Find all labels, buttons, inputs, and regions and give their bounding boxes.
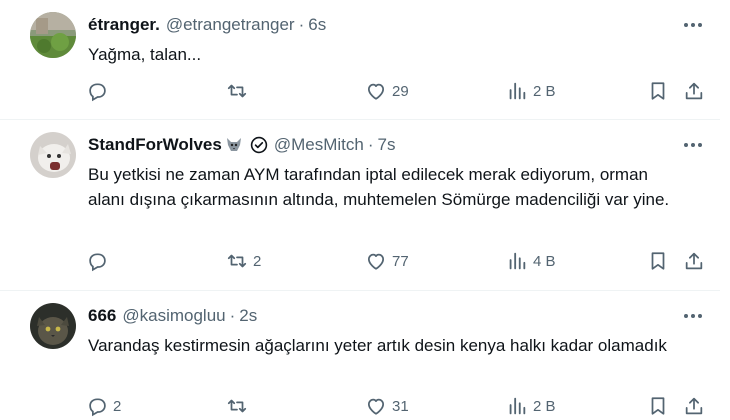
tweet[interactable]: étranger. @etrangetranger · 6s Yağma, ta… bbox=[0, 0, 730, 118]
like-icon bbox=[365, 395, 387, 417]
avatar[interactable] bbox=[30, 132, 76, 178]
bookmark-icon bbox=[647, 250, 669, 272]
verified-check-icon bbox=[250, 136, 268, 154]
user-handle[interactable]: @etrangetranger bbox=[166, 14, 295, 36]
share-button[interactable] bbox=[683, 395, 705, 417]
timestamp[interactable]: 7s bbox=[378, 134, 396, 156]
retweet-button[interactable] bbox=[226, 395, 253, 417]
display-name[interactable]: StandForWolves bbox=[88, 134, 222, 156]
retweet-count: 2 bbox=[253, 252, 262, 270]
share-button[interactable] bbox=[683, 250, 705, 272]
like-button[interactable]: 31 bbox=[365, 395, 409, 417]
share-icon bbox=[683, 250, 705, 272]
views-button[interactable]: 4 B bbox=[506, 250, 556, 272]
share-icon bbox=[683, 80, 705, 102]
separator-dot: · bbox=[367, 135, 374, 154]
reply-button[interactable] bbox=[86, 80, 113, 102]
tweet-header: StandForWolves @MesMitch · 7s bbox=[88, 134, 395, 156]
action-bar: 2 77 4 B bbox=[86, 250, 716, 276]
tweet-text: Bu yetkisi ne zaman AYM tarafından iptal… bbox=[88, 165, 670, 209]
bookmark-icon bbox=[647, 395, 669, 417]
user-handle[interactable]: @kasimogluu bbox=[122, 305, 225, 327]
tweet-text: Yağma, talan... bbox=[88, 45, 202, 64]
views-button[interactable]: 2 B bbox=[506, 395, 556, 417]
tweet-text: Varandaş kestirmesin ağaçlarını yeter ar… bbox=[88, 336, 667, 355]
more-icon[interactable] bbox=[682, 14, 704, 36]
bookmark-button[interactable] bbox=[647, 80, 669, 102]
reply-icon bbox=[86, 395, 108, 417]
like-count: 31 bbox=[392, 397, 409, 415]
display-name[interactable]: 666 bbox=[88, 305, 116, 327]
like-count: 77 bbox=[392, 252, 409, 270]
action-bar: 2 31 2 B bbox=[86, 395, 716, 420]
separator-dot: · bbox=[229, 306, 236, 325]
like-count: 29 bbox=[392, 82, 409, 100]
views-icon bbox=[506, 80, 528, 102]
bookmark-icon bbox=[647, 80, 669, 102]
more-icon[interactable] bbox=[682, 305, 704, 327]
tweet[interactable]: StandForWolves @MesMitch · 7s Bu yetkisi… bbox=[0, 120, 730, 290]
like-icon bbox=[365, 80, 387, 102]
avatar[interactable] bbox=[30, 303, 76, 349]
retweet-icon bbox=[226, 395, 248, 417]
views-button[interactable]: 2 B bbox=[506, 80, 556, 102]
view-count: 2 B bbox=[533, 397, 556, 415]
like-icon bbox=[365, 250, 387, 272]
views-icon bbox=[506, 250, 528, 272]
avatar[interactable] bbox=[30, 12, 76, 58]
action-bar: 29 2 B bbox=[86, 80, 716, 106]
user-handle[interactable]: @MesMitch bbox=[274, 134, 364, 156]
like-button[interactable]: 77 bbox=[365, 250, 409, 272]
retweet-icon bbox=[226, 250, 248, 272]
tweet-feed: étranger. @etrangetranger · 6s Yağma, ta… bbox=[0, 0, 730, 420]
wolf-emoji-icon bbox=[224, 135, 244, 155]
timestamp[interactable]: 6s bbox=[308, 14, 326, 36]
bookmark-button[interactable] bbox=[647, 395, 669, 417]
view-count: 2 B bbox=[533, 82, 556, 100]
display-name[interactable]: étranger. bbox=[88, 14, 160, 36]
share-button[interactable] bbox=[683, 80, 705, 102]
separator-dot: · bbox=[298, 15, 305, 34]
reply-button[interactable] bbox=[86, 250, 113, 272]
reply-button[interactable]: 2 bbox=[86, 395, 121, 417]
tweet-header: 666 @kasimogluu · 2s bbox=[88, 305, 257, 327]
retweet-button[interactable] bbox=[226, 80, 253, 102]
reply-icon bbox=[86, 250, 108, 272]
view-count: 4 B bbox=[533, 252, 556, 270]
retweet-icon bbox=[226, 80, 248, 102]
tweet-header: étranger. @etrangetranger · 6s bbox=[88, 14, 326, 36]
tweet[interactable]: 666 @kasimogluu · 2s Varandaş kestirmesi… bbox=[0, 291, 730, 420]
more-icon[interactable] bbox=[682, 134, 704, 156]
views-icon bbox=[506, 395, 528, 417]
share-icon bbox=[683, 395, 705, 417]
timestamp[interactable]: 2s bbox=[239, 305, 257, 327]
reply-icon bbox=[86, 80, 108, 102]
retweet-button[interactable]: 2 bbox=[226, 250, 261, 272]
reply-count: 2 bbox=[113, 397, 122, 415]
like-button[interactable]: 29 bbox=[365, 80, 409, 102]
bookmark-button[interactable] bbox=[647, 250, 669, 272]
